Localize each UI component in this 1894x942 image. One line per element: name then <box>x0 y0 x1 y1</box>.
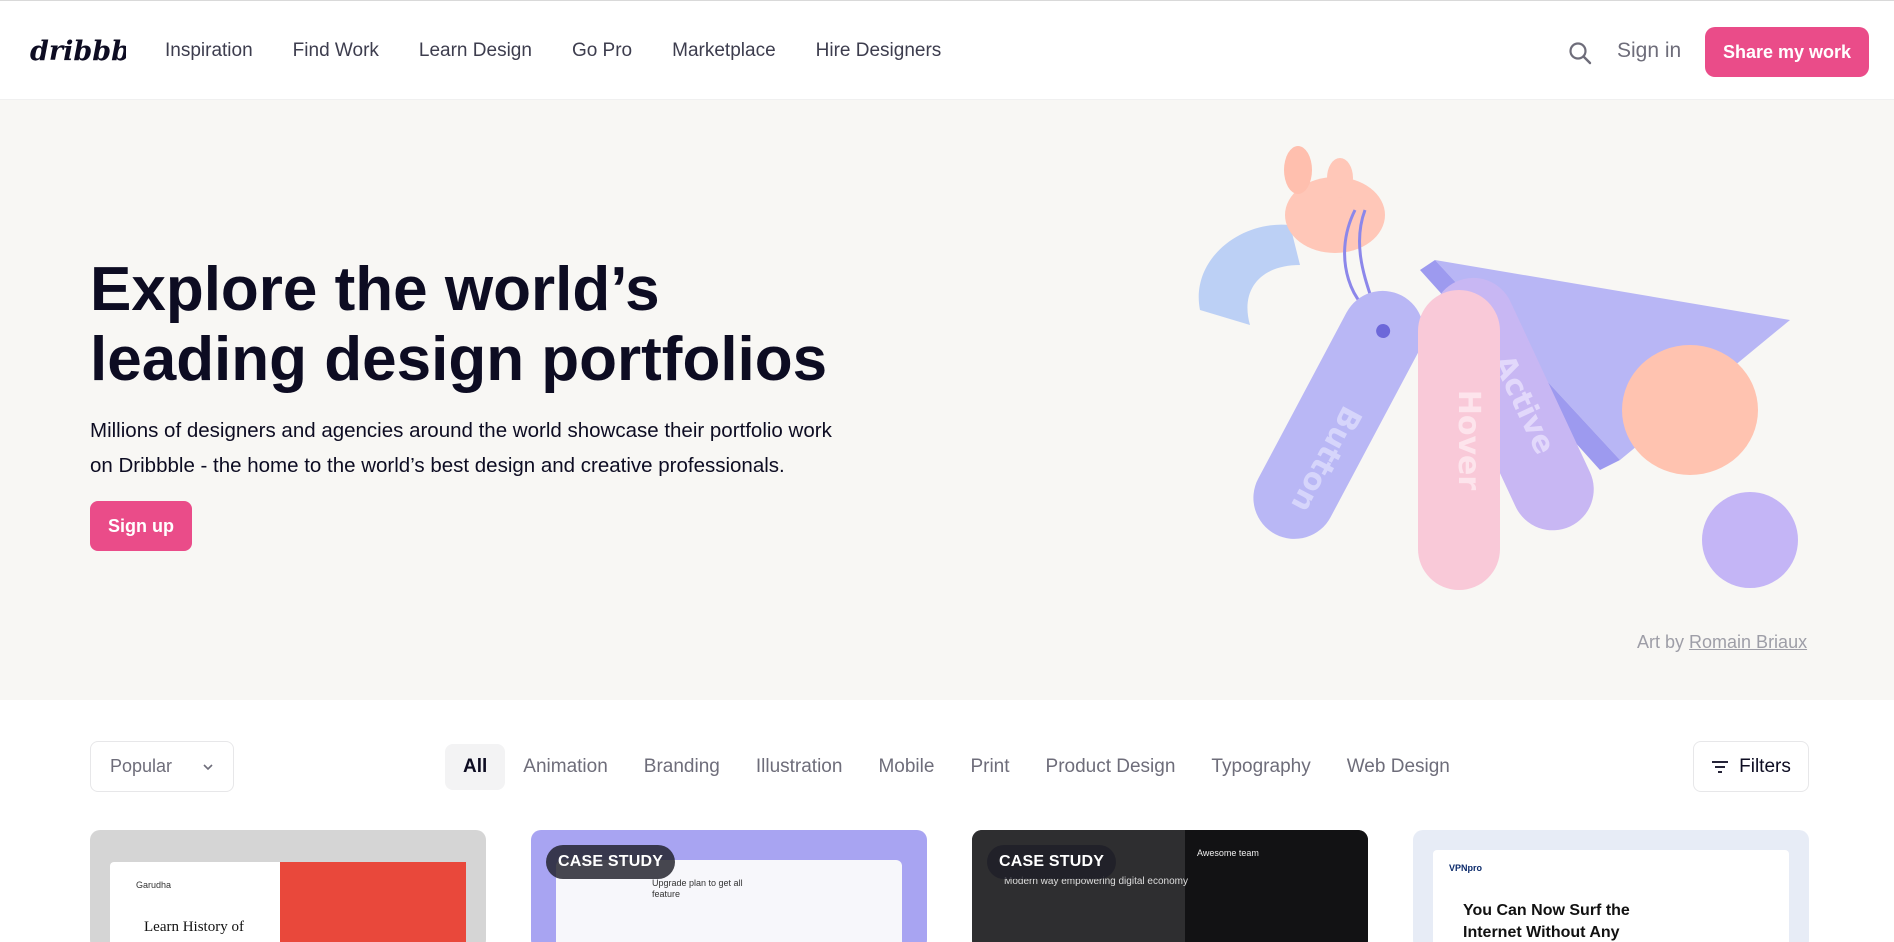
shot-headline: You Can Now Surf the Internet Without An… <box>1463 902 1630 941</box>
hero-illustration: Button Active Hover <box>1180 140 1800 610</box>
shot-red-panel <box>280 862 466 942</box>
top-navigation-bar: dribbble Inspiration Find Work Learn Des… <box>0 0 1894 100</box>
filters-button-label: Filters <box>1739 755 1791 777</box>
shot-brand-label: VPNpro <box>1449 863 1483 873</box>
shot-text: Upgrade plan to get all feature <box>652 878 743 899</box>
share-my-work-button[interactable]: Share my work <box>1705 27 1869 77</box>
hero-subtitle-line-2: on Dribbble - the home to the world’s be… <box>90 454 785 477</box>
hero-title-line-1: Explore the world’s <box>90 255 660 324</box>
category-illustration[interactable]: Illustration <box>738 744 861 790</box>
category-typography[interactable]: Typography <box>1193 744 1328 790</box>
category-tabs: All Animation Branding Illustration Mobi… <box>445 743 1468 791</box>
right-sleeve-shape <box>1702 492 1798 588</box>
sign-up-button[interactable]: Sign up <box>90 501 192 551</box>
shot-brand-label: Garudha <box>136 880 172 890</box>
shot-thumbnail: Garudha Learn History of <box>110 862 466 942</box>
right-hand-shape <box>1622 345 1758 475</box>
hero-subtitle: Millions of designers and agencies aroun… <box>90 413 880 483</box>
category-mobile[interactable]: Mobile <box>860 744 952 790</box>
left-arm-shape <box>1198 224 1300 325</box>
shot-card[interactable]: Garudha Learn History of <box>90 830 486 942</box>
category-print[interactable]: Print <box>952 744 1027 790</box>
case-study-badge: CASE STUDY <box>546 845 676 879</box>
art-credit-author-link[interactable]: Romain Briaux <box>1689 632 1807 652</box>
category-branding[interactable]: Branding <box>626 744 738 790</box>
shot-card[interactable]: VPNpro You Can Now Surf the Internet Wit… <box>1413 830 1809 942</box>
category-animation[interactable]: Animation <box>505 744 626 790</box>
shot-card[interactable]: Modern way empowering digital economy Aw… <box>972 830 1368 942</box>
shot-team-label: Awesome team <box>1197 848 1259 858</box>
sort-dropdown[interactable]: Popular <box>90 741 234 792</box>
sign-in-link[interactable]: Sign in <box>1617 39 1681 63</box>
filter-lines-icon <box>1712 760 1729 773</box>
main-nav: Inspiration Find Work Learn Design Go Pr… <box>165 1 941 101</box>
hero-subtitle-line-1: Millions of designers and agencies aroun… <box>90 419 832 442</box>
nav-find-work[interactable]: Find Work <box>293 40 379 62</box>
case-study-badge: CASE STUDY <box>987 845 1117 879</box>
nav-hire-designers[interactable]: Hire Designers <box>816 40 942 62</box>
nav-marketplace[interactable]: Marketplace <box>672 40 776 62</box>
category-product-design[interactable]: Product Design <box>1028 744 1194 790</box>
art-credit-prefix: Art by <box>1637 632 1685 652</box>
art-label-hover: Hover <box>1451 390 1486 491</box>
category-web-design[interactable]: Web Design <box>1329 744 1468 790</box>
art-credit: Art by Romain Briaux <box>1637 632 1807 653</box>
category-all[interactable]: All <box>445 744 506 790</box>
hero-title: Explore the world’s leading design portf… <box>90 255 850 395</box>
nav-go-pro[interactable]: Go Pro <box>572 40 632 62</box>
nav-inspiration[interactable]: Inspiration <box>165 40 253 62</box>
sort-dropdown-value: Popular <box>110 756 173 776</box>
filters-button[interactable]: Filters <box>1693 741 1809 792</box>
logo-text: dribbble <box>30 36 126 67</box>
hero-section: Explore the world’s leading design portf… <box>0 100 1894 700</box>
shot-card[interactable]: Upgrade plan to get all feature CASE STU… <box>531 830 927 942</box>
shot-headline: Learn History of <box>144 919 244 935</box>
chevron-down-icon <box>203 764 213 771</box>
search-icon[interactable] <box>1568 41 1592 65</box>
nav-learn-design[interactable]: Learn Design <box>419 40 532 62</box>
dribbble-logo[interactable]: dribbble <box>30 31 157 71</box>
hero-title-line-2: leading design portfolios <box>90 325 828 394</box>
shot-right-panel <box>1185 830 1368 942</box>
